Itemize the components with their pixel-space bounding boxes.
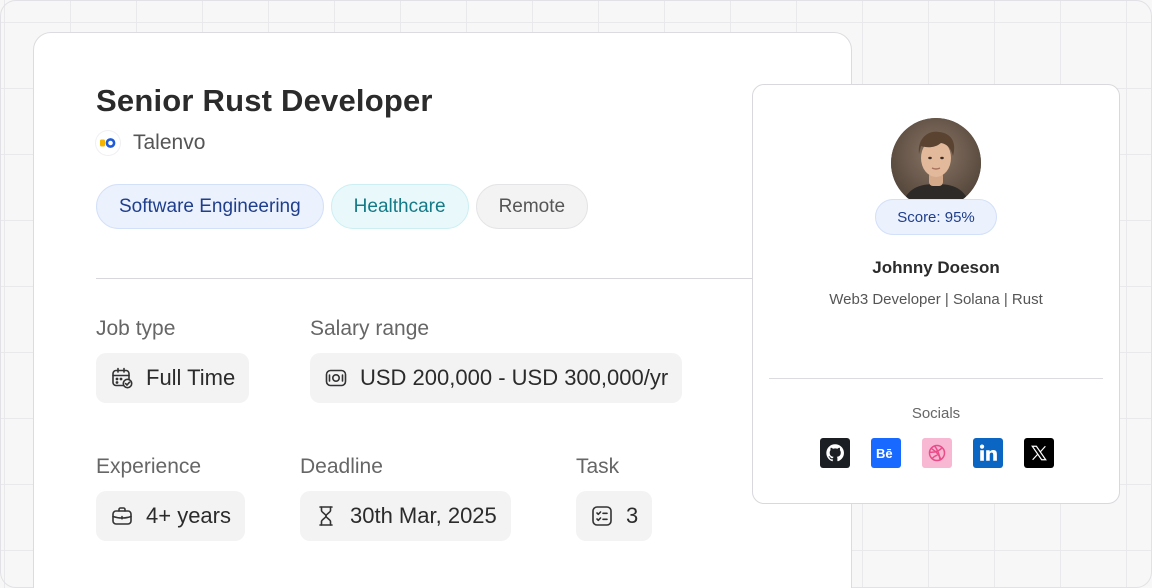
experience-field: Experience 4+ years [96, 455, 245, 541]
social-links: Bē [820, 438, 1054, 468]
job-type-label: Job type [96, 317, 176, 340]
candidate-role: Web3 Developer | Solana | Rust [829, 291, 1043, 308]
tag-software-engineering[interactable]: Software Engineering [96, 184, 324, 229]
tag-healthcare[interactable]: Healthcare [330, 184, 469, 229]
socials-label: Socials [911, 405, 961, 422]
company-logo-icon [96, 131, 120, 155]
salary-pill: USD 200,000 - USD 300,000/yr [310, 353, 683, 403]
company: Talenvo [96, 131, 205, 155]
job-tags: Software Engineering Healthcare Remote [96, 184, 589, 229]
checklist-icon [592, 506, 612, 526]
salary-label: Salary range [310, 317, 430, 340]
job-type-pill: Full Time [96, 353, 250, 403]
profile-divider [769, 378, 1103, 379]
candidate-profile-card[interactable]: Score: 95% Johnny Doeson Web3 Developer … [752, 84, 1120, 504]
job-type-value: Full Time [146, 365, 236, 390]
briefcase-icon [112, 507, 132, 525]
money-icon [325, 369, 347, 387]
behance-icon[interactable]: Bē [871, 438, 901, 468]
job-type-field: Job type Full Time [96, 317, 250, 403]
hourglass-icon [319, 506, 333, 526]
salary-value: USD 200,000 - USD 300,000/yr [360, 365, 669, 390]
experience-label: Experience [96, 455, 202, 478]
section-divider [96, 278, 796, 279]
svg-text:Bē: Bē [876, 446, 893, 461]
salary-field: Salary range USD 200,000 - USD 300,000/y… [310, 317, 683, 403]
deadline-pill: 30th Mar, 2025 [300, 491, 511, 541]
linkedin-icon[interactable] [973, 438, 1003, 468]
dribbble-icon[interactable] [922, 438, 952, 468]
tag-remote[interactable]: Remote [475, 184, 589, 229]
job-card: Senior Rust Developer Talenvo Software E… [33, 32, 852, 588]
x-icon[interactable] [1024, 438, 1054, 468]
task-label: Task [576, 455, 620, 478]
company-name: Talenvo [133, 131, 206, 154]
experience-pill: 4+ years [96, 491, 245, 541]
deadline-field: Deadline 30th Mar, 2025 [300, 455, 511, 541]
job-title: Senior Rust Developer [96, 83, 433, 118]
deadline-label: Deadline [300, 455, 383, 478]
task-value: 3 [626, 503, 639, 528]
avatar[interactable] [891, 118, 981, 208]
score-badge: Score: 95% [875, 199, 997, 235]
deadline-value: 30th Mar, 2025 [350, 503, 497, 528]
candidate-name: Johnny Doeson [872, 258, 1000, 277]
task-field: Task 3 [576, 455, 653, 541]
github-icon[interactable] [820, 438, 850, 468]
task-pill: 3 [576, 491, 653, 541]
experience-value: 4+ years [146, 503, 231, 528]
calendar-check-icon [112, 367, 133, 389]
